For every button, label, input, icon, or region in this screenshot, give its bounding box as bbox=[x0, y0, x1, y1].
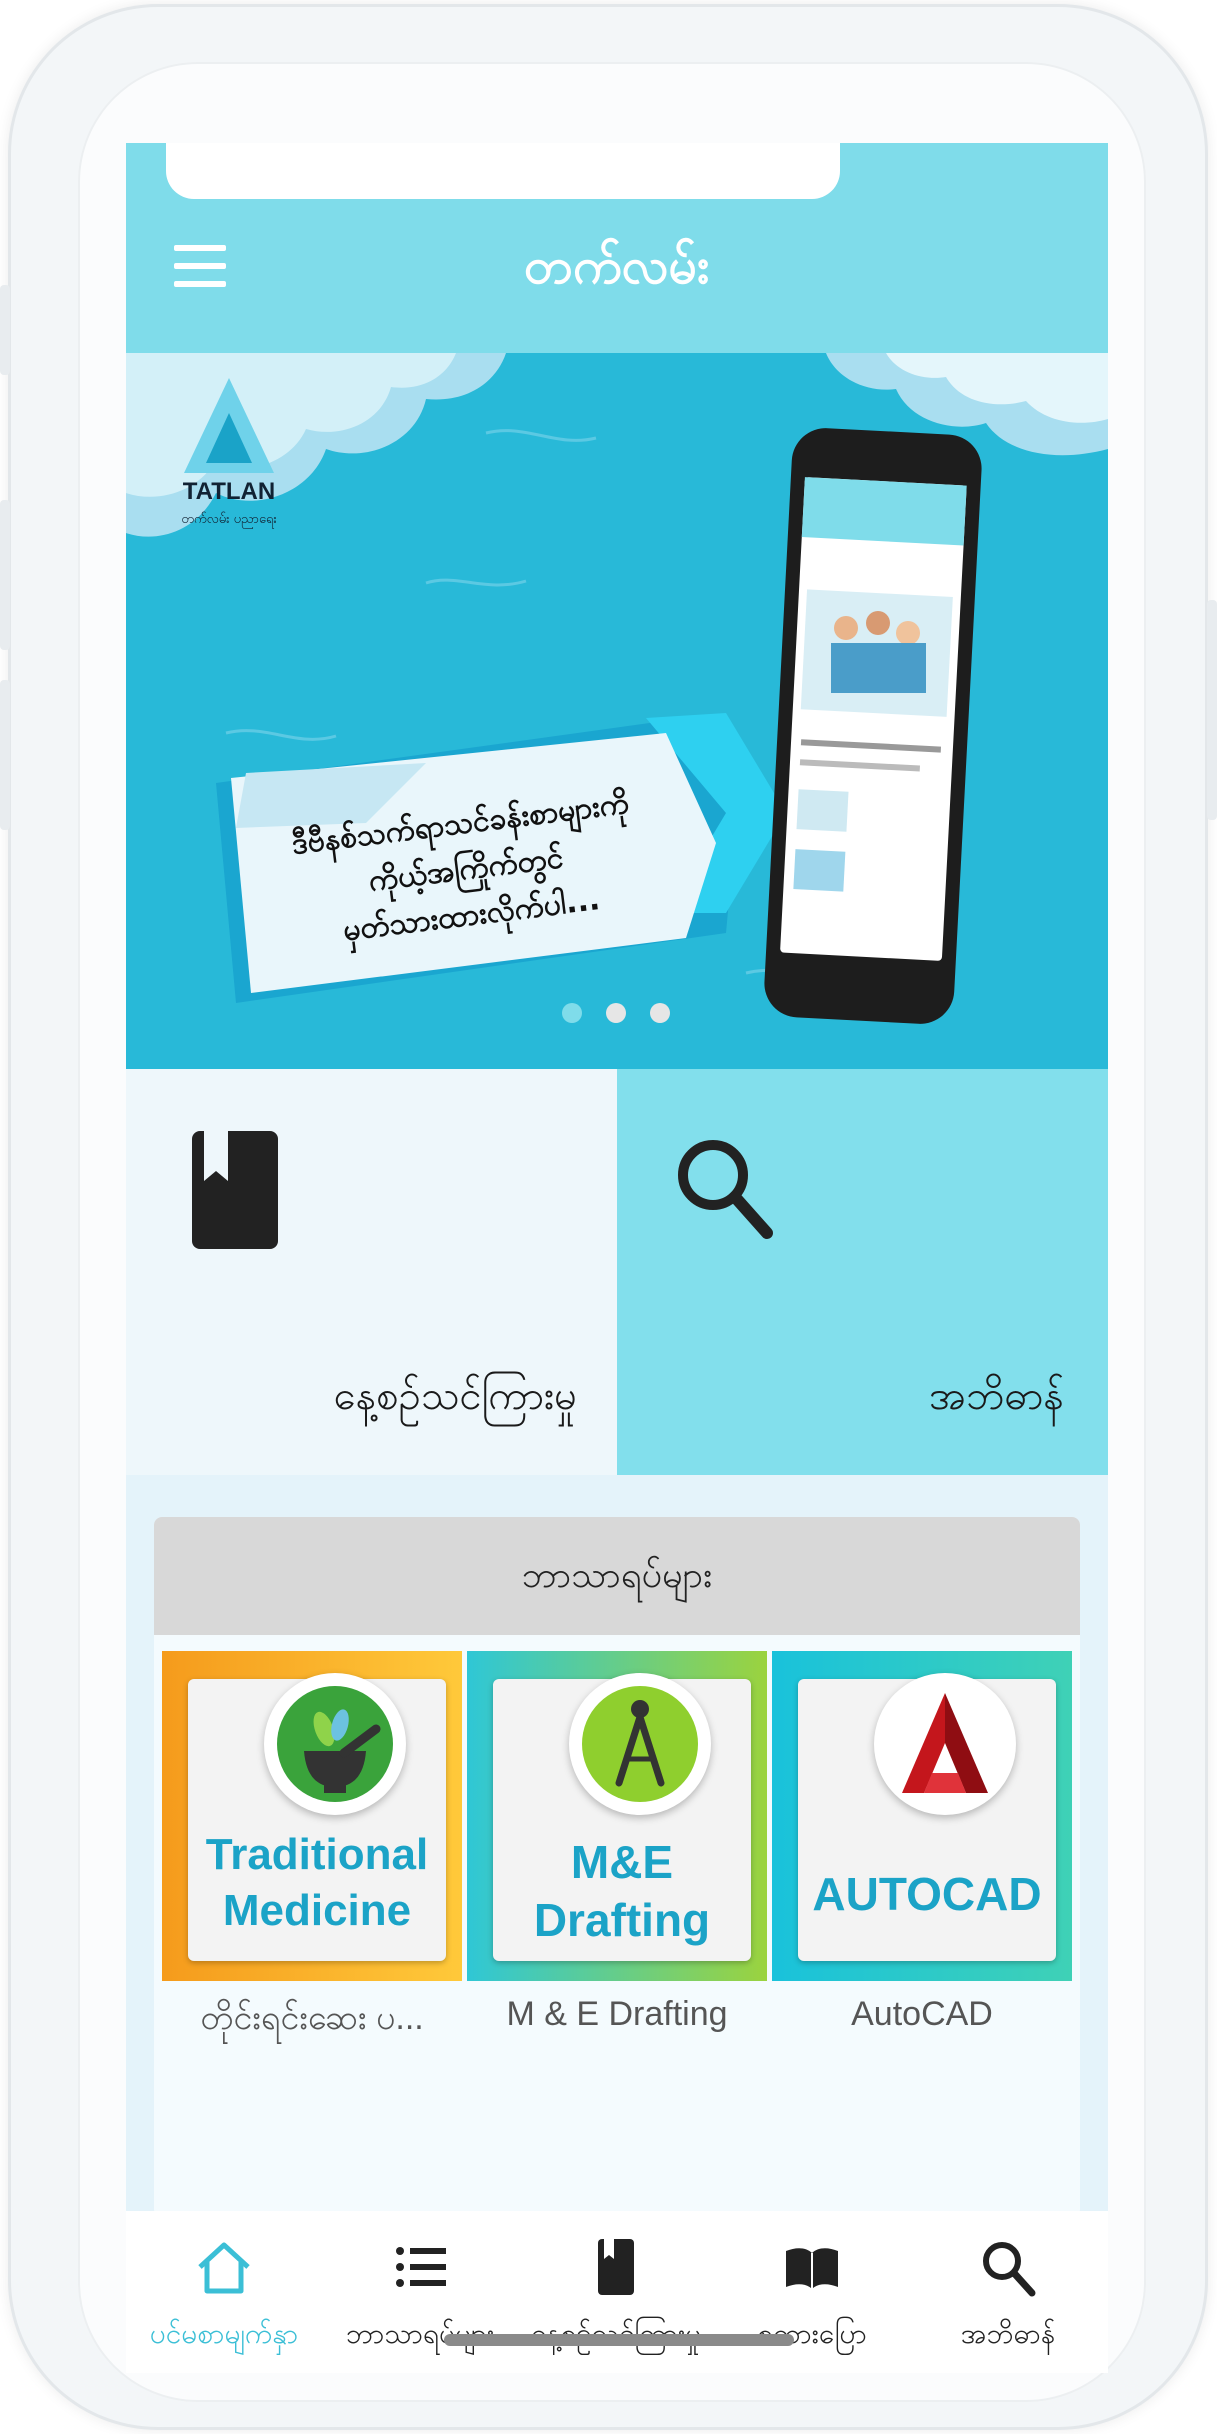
course-icon-circle bbox=[569, 1673, 711, 1815]
compass-drafting-icon bbox=[582, 1686, 698, 1802]
course-title-line: AUTOCAD bbox=[812, 1868, 1042, 1920]
course-caption: တိုင်းရင်းဆေး ပ... bbox=[200, 1999, 424, 2037]
logo-subtext: တက်လမ်း ပညာရေး bbox=[181, 511, 277, 529]
course-icon-circle bbox=[874, 1673, 1016, 1815]
nav-item-conversation[interactable]: စကားပြော bbox=[714, 2211, 910, 2373]
phone-side-button bbox=[1207, 600, 1217, 820]
course-title-line: Traditional bbox=[205, 1830, 429, 1879]
course-title-line: Medicine bbox=[222, 1886, 412, 1935]
daily-lesson-tile[interactable]: နေ့စဉ်သင်ကြားမှု bbox=[126, 1069, 617, 1475]
course-title: Traditional Medicine bbox=[188, 1827, 446, 1939]
autocad-logo-icon bbox=[902, 1693, 988, 1793]
search-icon bbox=[678, 1140, 773, 1239]
course-card-traditional-medicine[interactable]: Traditional Medicine bbox=[162, 1651, 462, 1981]
course-title-line: Drafting bbox=[533, 1894, 711, 1946]
course-title-line: M&E bbox=[570, 1836, 674, 1888]
search-icon bbox=[983, 2242, 1036, 2297]
nav-item-daily-lesson[interactable]: နေ့စဉ်သင်ကြားမှု bbox=[518, 2211, 714, 2373]
app-screen: တက်လမ်း TATLAN တက်လမ်း ပညာရေး ဒီဗီနစ်သက်… bbox=[126, 143, 1108, 2373]
phone-side-button bbox=[0, 680, 10, 830]
nav-item-subjects[interactable]: ဘာသာရပ်များ bbox=[322, 2211, 518, 2373]
course-card-me-drafting[interactable]: M&E Drafting bbox=[467, 1651, 767, 1981]
course-thumb: M&E Drafting bbox=[493, 1673, 751, 1961]
courses-card: ဘာသာရပ်များ Traditional Medicine M&E Dra… bbox=[154, 1517, 1080, 2217]
promo-banner[interactable]: TATLAN တက်လမ်း ပညာရေး ဒီဗီနစ်သက်ရာသင်ခန်… bbox=[126, 353, 1108, 1069]
page-title: တက်လမ်း bbox=[524, 237, 710, 295]
list-icon bbox=[396, 2247, 446, 2287]
phone-notch bbox=[166, 143, 840, 199]
course-title: M&E Drafting bbox=[493, 1833, 751, 1949]
herbal-mortar-icon bbox=[277, 1686, 393, 1802]
home-indicator bbox=[444, 2334, 794, 2346]
logo-text: TATLAN bbox=[183, 478, 275, 505]
phone-side-button bbox=[0, 285, 10, 375]
course-caption: M & E Drafting bbox=[506, 1995, 728, 2033]
nav-label: ပင်မစာမျက်နှာ bbox=[149, 2317, 299, 2350]
carousel-dot bbox=[606, 1003, 626, 1023]
nav-label: အဘိဓာန် bbox=[960, 2317, 1056, 2350]
banner-art: TATLAN တက်လမ်း ပညာရေး bbox=[126, 353, 1108, 1024]
phone-side-button bbox=[0, 500, 10, 650]
carousel-dot-active bbox=[562, 1003, 582, 1023]
home-icon bbox=[198, 2242, 250, 2294]
course-caption: AutoCAD bbox=[851, 1995, 993, 2033]
course-thumb: AUTOCAD bbox=[798, 1673, 1056, 1961]
course-icon-circle bbox=[264, 1673, 406, 1815]
daily-lesson-label: နေ့စဉ်သင်ကြားမှု bbox=[333, 1373, 577, 1419]
bottom-nav: ပင်မစာမျက်နှာ ဘာသာရပ်များ နေ့စဉ်သင်ကြားမ… bbox=[126, 2211, 1108, 2373]
courses-header[interactable]: ဘာသာရပ်များ bbox=[154, 1517, 1080, 1635]
nav-item-dictionary[interactable]: အဘိဓာန် bbox=[910, 2211, 1106, 2373]
nav-item-home[interactable]: ပင်မစာမျက်နှာ bbox=[126, 2211, 322, 2373]
bookmark-book-icon bbox=[598, 2239, 634, 2295]
dictionary-tile[interactable]: အဘိဓာန် bbox=[617, 1069, 1108, 1475]
dictionary-label: အဘိဓာန် bbox=[929, 1373, 1064, 1419]
course-title: AUTOCAD bbox=[798, 1865, 1056, 1923]
course-thumb: Traditional Medicine bbox=[188, 1673, 446, 1961]
open-book-icon bbox=[786, 2248, 838, 2289]
bookmark-book-icon bbox=[192, 1131, 278, 1249]
carousel-dot bbox=[650, 1003, 670, 1023]
course-card-autocad[interactable]: AUTOCAD bbox=[772, 1651, 1072, 1981]
